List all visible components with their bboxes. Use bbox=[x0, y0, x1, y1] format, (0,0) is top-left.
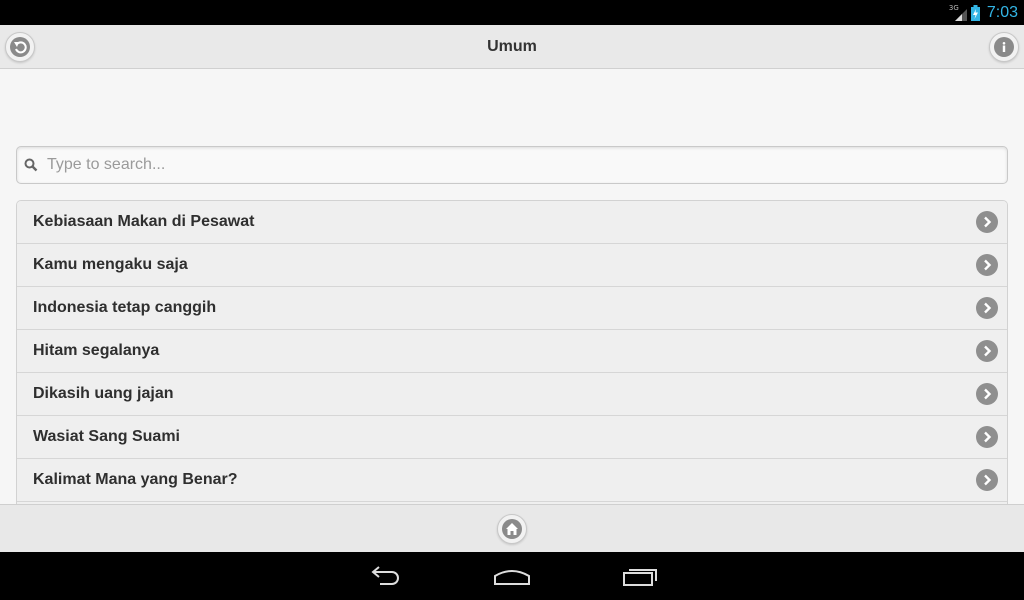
search-input[interactable] bbox=[45, 147, 999, 183]
back-arrow-icon bbox=[10, 37, 30, 57]
header-bar: Umum bbox=[0, 25, 1024, 69]
chevron-right-icon bbox=[976, 383, 998, 405]
list-item[interactable]: Indonesia tetap canggih bbox=[17, 287, 1007, 330]
nav-back-icon[interactable] bbox=[366, 564, 402, 588]
list-item-label: Dikasih uang jajan bbox=[33, 385, 174, 402]
list-item-label: Wasiat Sang Suami bbox=[33, 428, 180, 445]
page-title: Umum bbox=[487, 38, 537, 55]
list-item-label: Kalimat Mana yang Benar? bbox=[33, 471, 238, 488]
list-item[interactable]: Kamu mengaku saja bbox=[17, 244, 1007, 287]
status-bar: 3G 7:03 bbox=[0, 0, 1024, 25]
status-clock: 7:03 bbox=[986, 3, 1018, 21]
home-icon bbox=[502, 519, 522, 539]
list-item-label: Hitam segalanya bbox=[33, 342, 160, 359]
nav-home-icon[interactable] bbox=[493, 564, 531, 588]
battery-icon bbox=[970, 4, 980, 21]
search-box bbox=[16, 146, 1008, 184]
list-item[interactable]: Wasiat Sang Suami bbox=[17, 416, 1007, 459]
system-nav-bar bbox=[0, 552, 1024, 600]
footer-bar bbox=[0, 504, 1024, 553]
chevron-right-icon bbox=[976, 297, 998, 319]
status-icons: 3G 7:03 bbox=[949, 0, 1018, 25]
info-icon bbox=[994, 37, 1014, 57]
chevron-right-icon bbox=[976, 211, 998, 233]
home-button[interactable] bbox=[497, 514, 527, 544]
list-item[interactable]: Kebiasaan Makan di Pesawat bbox=[17, 201, 1007, 244]
list-item[interactable]: Kalimat Mana yang Benar? bbox=[17, 459, 1007, 502]
chevron-right-icon bbox=[976, 469, 998, 491]
chevron-right-icon bbox=[976, 426, 998, 448]
info-button[interactable] bbox=[989, 32, 1019, 62]
search-icon bbox=[24, 158, 38, 172]
back-button[interactable] bbox=[5, 32, 35, 62]
topic-list: Kebiasaan Makan di Pesawat Kamu mengaku … bbox=[16, 200, 1008, 505]
chevron-right-icon bbox=[976, 254, 998, 276]
list-item-label: Kamu mengaku saja bbox=[33, 256, 188, 273]
list-item-label: Kebiasaan Makan di Pesawat bbox=[33, 213, 255, 230]
list-item[interactable]: Dikasih uang jajan bbox=[17, 373, 1007, 416]
nav-recents-icon[interactable] bbox=[622, 564, 660, 588]
signal-icon: 3G bbox=[949, 4, 967, 22]
list-item-label: Indonesia tetap canggih bbox=[33, 299, 217, 316]
chevron-right-icon bbox=[976, 340, 998, 362]
list-item[interactable]: Hitam segalanya bbox=[17, 330, 1007, 373]
